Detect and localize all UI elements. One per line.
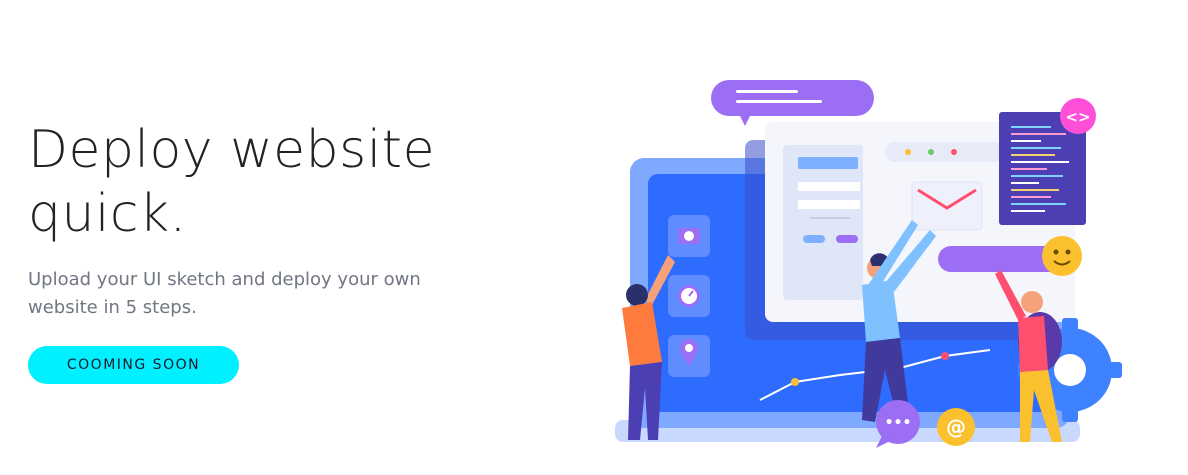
window-dot-yellow: [905, 149, 911, 155]
clock-icon: [678, 285, 700, 307]
form-field: [798, 200, 860, 209]
browser-address-bar: [885, 142, 1005, 162]
camera-icon: [678, 228, 700, 244]
form-header: [798, 157, 858, 169]
hero-text: Deploy website quick. Upload your UI ske…: [28, 118, 498, 384]
trend-point: [941, 352, 949, 360]
bubble-line: [736, 100, 822, 103]
trend-point: [791, 378, 799, 386]
form-button: [836, 235, 858, 243]
at-badge-label: @: [946, 415, 966, 439]
hero-title: Deploy website quick.: [28, 118, 468, 246]
code-badge-label: <>: [1065, 108, 1090, 126]
form-button: [803, 235, 825, 243]
deploy-illustration: <> ••• @: [615, 80, 1122, 448]
hero-title-line1: Deploy website: [28, 120, 436, 180]
window-dot-green: [928, 149, 934, 155]
bubble-line: [736, 90, 798, 93]
hero-subtitle: Upload your UI sketch and deploy your ow…: [28, 269, 421, 318]
speech-bubble: [711, 80, 874, 116]
hero-section: Deploy website quick. Upload your UI ske…: [0, 0, 1188, 475]
smiley-icon: [1042, 236, 1082, 276]
form-divider: [810, 217, 850, 219]
envelope-icon: [911, 181, 983, 231]
chat-bubble-dots: •••: [885, 415, 912, 431]
coming-soon-button[interactable]: COOMING SOON: [28, 346, 239, 384]
form-field: [798, 182, 860, 191]
speech-bubble-tail: [740, 116, 750, 126]
hero-title-line2: quick.: [28, 184, 187, 244]
window-dot-red: [951, 149, 957, 155]
